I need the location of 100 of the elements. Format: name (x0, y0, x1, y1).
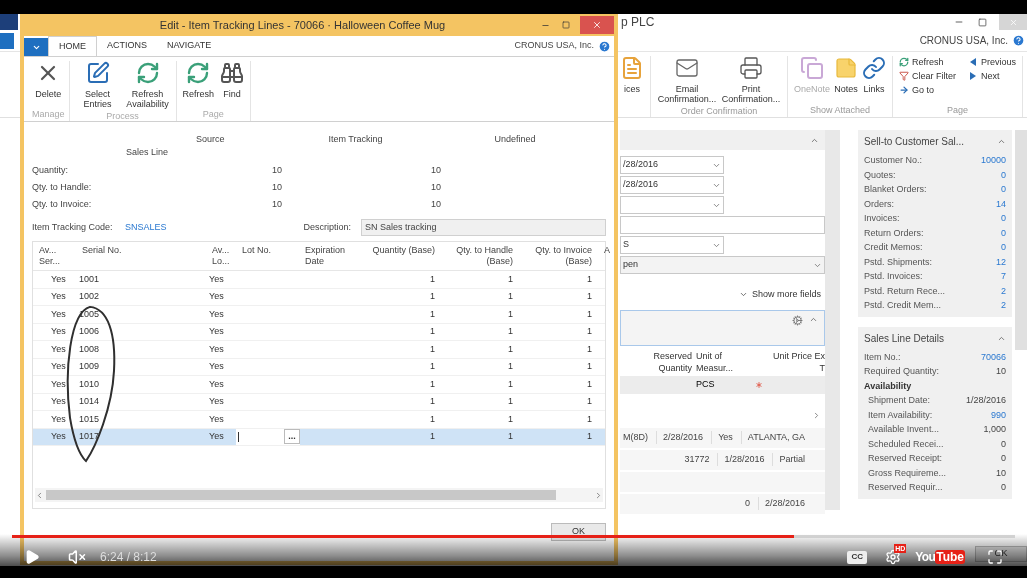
email-confirmation-button[interactable]: Email Confirmation... (657, 56, 717, 104)
field-label: Item No.: (864, 350, 901, 364)
value-link[interactable]: 0 (1001, 182, 1006, 197)
column-header: Av... Ser... (38, 245, 61, 268)
mute-icon[interactable] (68, 548, 86, 566)
arrow-right-icon (899, 85, 910, 95)
help-icon[interactable] (598, 39, 611, 53)
clear-filter-button[interactable]: Clear Filter (899, 70, 957, 82)
gears-icon[interactable] (792, 314, 803, 326)
table-cell: Partial (772, 452, 805, 467)
factbox-title: Sales Line Details (864, 331, 945, 346)
lookup-button[interactable]: ... (284, 429, 300, 445)
help-icon[interactable] (1012, 34, 1025, 47)
value-link[interactable]: 2 (1001, 298, 1006, 313)
value-link[interactable]: 14 (996, 196, 1006, 211)
logo-text: Tube (935, 550, 965, 564)
field-label: Return Orders: (864, 226, 924, 240)
field-label: Pstd. Shipments: (864, 255, 933, 269)
show-more-fields-link[interactable]: Show more fields (751, 288, 821, 302)
refresh-button[interactable]: Refresh (899, 56, 957, 68)
field-label: Blanket Orders: (864, 183, 927, 196)
table-cell: 2/28/2016 (656, 430, 704, 445)
go-to-button[interactable]: Go to (899, 84, 957, 96)
company-name: CRONUS USA, Inc. (919, 34, 1008, 48)
column-header: Expiration Date (304, 245, 347, 268)
print-confirmation-button[interactable]: Print Confirmation... (721, 56, 781, 104)
invoices-button[interactable]: ices (620, 56, 644, 94)
next-button[interactable]: Next (968, 70, 1017, 82)
text-field[interactable] (620, 216, 825, 234)
item-tracking-code-link[interactable]: SNSALES (125, 220, 167, 235)
dropdown-field[interactable]: pen (620, 256, 825, 274)
ribbon-group-label: Order Confirmation (680, 105, 758, 118)
value-link[interactable]: 10000 (980, 153, 1006, 168)
ok-button[interactable]: OK (975, 546, 1027, 562)
value-link[interactable]: 990 (990, 407, 1006, 422)
column-header: Item Tracking (328, 134, 383, 145)
value-link[interactable]: 12 (996, 254, 1006, 269)
value-link[interactable]: 0 (1001, 225, 1006, 240)
field-label: Pstd. Return Rece... (864, 284, 946, 298)
field-label: Credit Memos: (864, 241, 923, 254)
find-button[interactable]: Find (218, 61, 247, 99)
value-link[interactable]: 0 (1001, 240, 1006, 255)
binoculars-icon (220, 61, 245, 85)
value-link[interactable]: 70066 (980, 349, 1006, 364)
close-icon (1008, 17, 1018, 27)
dropdown-field[interactable]: S (620, 236, 724, 254)
links-button[interactable]: Links (862, 56, 887, 94)
field-label: Description: (303, 220, 351, 234)
video-platform-logo[interactable]: YouTube (915, 548, 965, 566)
column-header: Source (196, 134, 225, 145)
refresh-icon (899, 57, 910, 67)
field-label: Pstd. Invoices: (864, 270, 923, 283)
column-header: Undefined (494, 134, 536, 145)
play-icon[interactable] (24, 549, 40, 565)
company-name: CRONUS USA, Inc. (514, 39, 594, 53)
field-value: 1/28/2016 (965, 394, 1006, 407)
restore-icon[interactable] (978, 17, 987, 27)
field-value: 0 (1001, 437, 1006, 451)
ribbon-tab[interactable]: NAVIGATE (157, 36, 222, 56)
collapse-icon[interactable] (997, 137, 1006, 146)
field-value: 0 (1001, 452, 1006, 465)
pencil-document-icon (85, 61, 110, 85)
table-cell: ATLANTA, GA (740, 430, 805, 445)
menu-dropdown-button[interactable] (0, 32, 14, 49)
field-label: Quantity: (32, 164, 70, 177)
table-cell-text: M(8D) (622, 430, 649, 444)
ribbon-group-label: Process (106, 110, 139, 123)
refresh-availability-button[interactable]: Refresh Availability (123, 61, 172, 109)
field-value: 10 (996, 466, 1006, 480)
value-link[interactable]: 2 (1001, 283, 1006, 298)
value-link[interactable]: 0 (1001, 211, 1006, 226)
field-label: Scheduled Recei... (868, 437, 944, 451)
description-field[interactable]: SN Sales tracking (361, 219, 606, 236)
delete-button[interactable]: Delete (33, 61, 64, 99)
settings-icon[interactable] (885, 549, 902, 565)
field-label: Customer No.: (864, 154, 923, 167)
field-label: Qty. to Handle: (32, 181, 93, 194)
refresh-icon (135, 61, 160, 85)
column-header: Reserved Quantity (652, 349, 692, 374)
scroll-right-icon[interactable] (812, 410, 821, 420)
dropdown-field[interactable] (620, 196, 724, 214)
ribbon-tab[interactable]: HOME (48, 36, 97, 56)
factbox-title: Sell-to Customer Sal... (864, 135, 965, 149)
field-label: Available Invent... (868, 423, 939, 436)
field-value: 10 (996, 365, 1006, 378)
notes-button[interactable]: Notes (834, 56, 859, 94)
maximize-icon[interactable] (562, 21, 570, 29)
refresh-button[interactable]: Refresh (180, 61, 217, 99)
video-progress-bar[interactable] (12, 535, 1015, 538)
select-entries-button[interactable]: Select Entries (73, 61, 122, 109)
ribbon-tab[interactable]: ACTIONS (97, 36, 157, 56)
previous-button[interactable]: Previous (968, 56, 1017, 68)
value-link[interactable]: 0 (1001, 167, 1006, 182)
printer-icon (739, 56, 763, 80)
scroll-right-icon (594, 490, 603, 500)
dropdown-field[interactable]: /28/2016 (620, 176, 724, 194)
value-link[interactable]: 7 (1001, 269, 1006, 284)
column-header: Unit Price Ex T (772, 349, 825, 374)
dropdown-field[interactable]: /28/2016 (620, 156, 724, 174)
horizontal-scrollbar[interactable] (35, 488, 603, 502)
